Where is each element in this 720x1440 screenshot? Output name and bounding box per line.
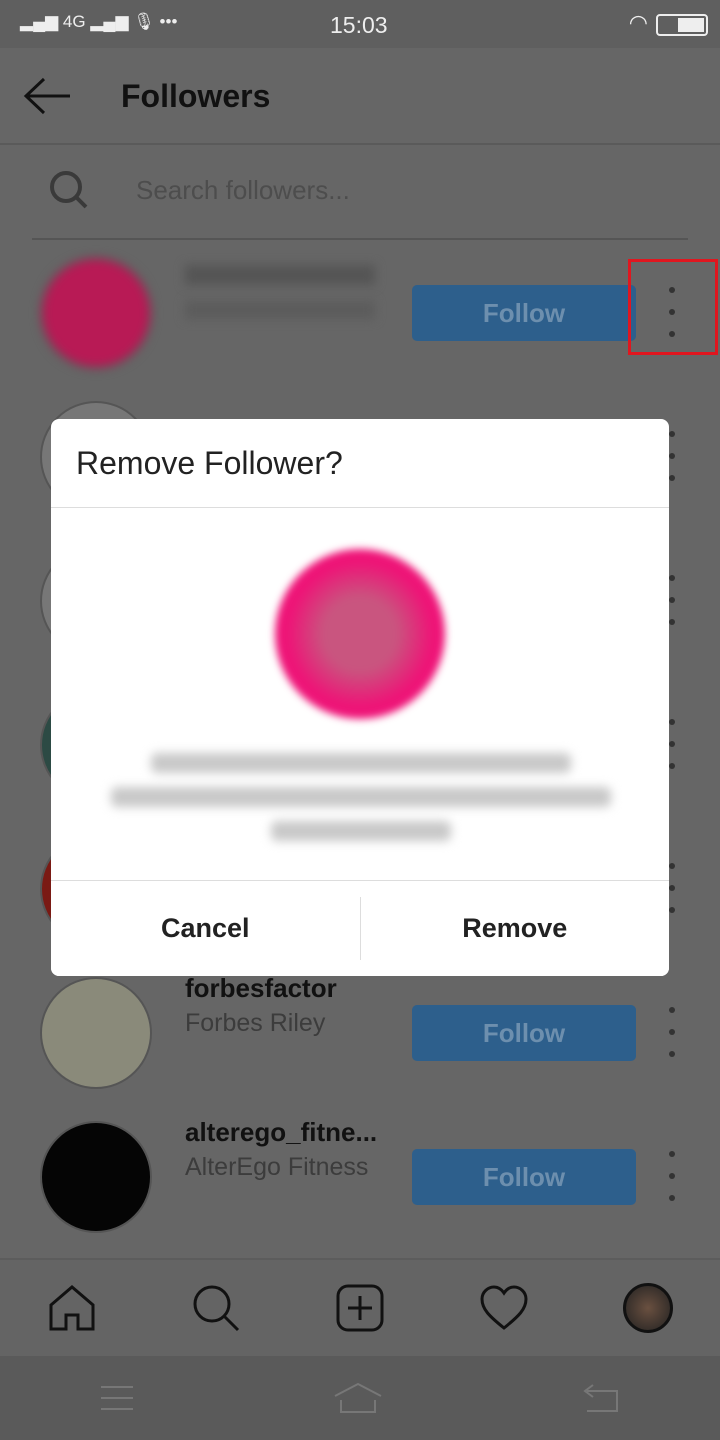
clock: 15:03 — [330, 12, 388, 38]
back-icon[interactable] — [581, 1383, 621, 1413]
search-bar — [32, 147, 688, 240]
header: Followers — [0, 48, 720, 145]
menu-icon[interactable] — [99, 1384, 135, 1412]
follower-row[interactable]: forbesfactor Forbes Riley Follow — [0, 973, 720, 1121]
bottom-nav — [0, 1258, 720, 1356]
more-options-icon[interactable] — [660, 1151, 684, 1201]
avatar[interactable] — [40, 257, 152, 369]
system-nav — [0, 1356, 720, 1440]
cancel-button[interactable]: Cancel — [51, 881, 360, 976]
remove-follower-dialog: Remove Follower? Cancel Remove — [51, 419, 669, 976]
signal-icon: ▂▄▆ 4G ▂▄▆ 🎙 ••• — [20, 12, 178, 31]
battery-icon — [656, 14, 708, 36]
avatar[interactable] — [40, 977, 152, 1089]
home-icon[interactable] — [47, 1283, 97, 1333]
username[interactable]: forbesfactor — [185, 973, 337, 1004]
full-name: Forbes Riley — [185, 1009, 326, 1037]
back-arrow-icon[interactable] — [22, 76, 72, 116]
username-blurred — [185, 265, 375, 285]
username[interactable]: alterego_fitne... — [185, 1117, 377, 1148]
page-title: Followers — [121, 78, 271, 114]
profile-avatar[interactable] — [623, 1283, 673, 1333]
dialog-message-blurred — [111, 739, 611, 855]
more-options-icon[interactable] — [660, 1007, 684, 1057]
highlight-box — [628, 259, 718, 355]
add-icon[interactable] — [335, 1283, 385, 1333]
search-icon — [50, 171, 88, 209]
remove-button[interactable]: Remove — [360, 881, 669, 976]
dialog-avatar — [275, 549, 445, 719]
search-icon[interactable] — [191, 1283, 241, 1333]
follow-button[interactable]: Follow — [412, 1149, 636, 1205]
follow-button[interactable]: Follow — [412, 1005, 636, 1061]
dialog-title: Remove Follower? — [51, 419, 669, 508]
fullname-blurred — [185, 301, 375, 319]
wifi-icon: ◠ — [628, 10, 648, 35]
status-bar: ▂▄▆ 4G ▂▄▆ 🎙 ••• 15:03 ◠ — [0, 0, 720, 48]
home-icon[interactable] — [333, 1382, 383, 1414]
search-input[interactable] — [136, 175, 636, 206]
follower-row[interactable]: alterego_fitne... AlterEgo Fitness Follo… — [0, 1117, 720, 1265]
avatar[interactable] — [40, 1121, 152, 1233]
follow-button[interactable]: Follow — [412, 285, 636, 341]
full-name: AlterEgo Fitness — [185, 1153, 369, 1181]
follower-row[interactable]: Follow — [0, 257, 720, 401]
heart-icon[interactable] — [479, 1283, 529, 1333]
